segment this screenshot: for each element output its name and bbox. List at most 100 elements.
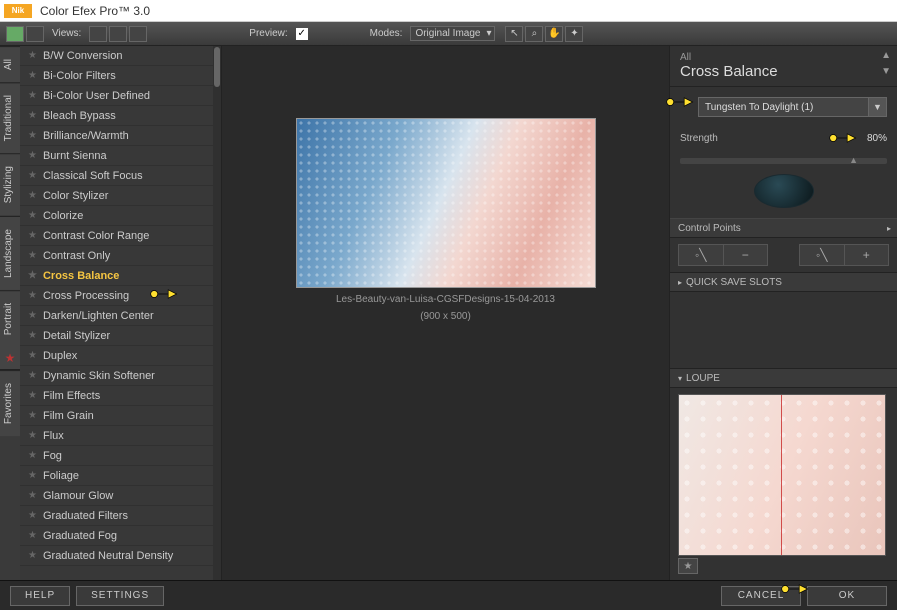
filter-item[interactable]: ★B/W Conversion: [20, 46, 213, 66]
filter-item[interactable]: ★Contrast Only: [20, 246, 213, 266]
star-icon[interactable]: ★: [28, 350, 37, 361]
filter-item[interactable]: ★Burnt Sienna: [20, 146, 213, 166]
filter-item[interactable]: ★Bi-Color User Defined: [20, 86, 213, 106]
filter-item[interactable]: ★Color Stylizer: [20, 186, 213, 206]
cp-add-group: ◦╲ −: [678, 244, 768, 266]
loupe-star-button[interactable]: ★: [678, 558, 698, 574]
tab-landscape[interactable]: Landscape: [0, 216, 20, 290]
cp-remove-icon[interactable]: −: [724, 245, 768, 265]
strength-slider[interactable]: ▲: [680, 158, 887, 164]
star-icon[interactable]: ★: [28, 230, 37, 241]
star-icon[interactable]: ★: [28, 450, 37, 461]
filter-item[interactable]: ★Classical Soft Focus: [20, 166, 213, 186]
arrow-tool-icon[interactable]: ↖: [505, 26, 523, 42]
star-icon[interactable]: ★: [28, 290, 37, 301]
filter-item[interactable]: ★Darken/Lighten Center: [20, 306, 213, 326]
star-icon[interactable]: ★: [28, 50, 37, 61]
star-icon[interactable]: ★: [28, 470, 37, 481]
tab-stylizing[interactable]: Stylizing: [0, 153, 20, 215]
layout-single-icon[interactable]: [89, 26, 107, 42]
quick-save-label: QUICK SAVE SLOTS: [686, 277, 782, 288]
star-icon[interactable]: ★: [28, 150, 37, 161]
star-icon[interactable]: ★: [28, 410, 37, 421]
preset-dropdown-arrow-icon[interactable]: ▼: [869, 97, 887, 117]
filter-item-label: Colorize: [43, 210, 83, 222]
loupe-header[interactable]: ▾ LOUPE: [670, 368, 897, 388]
star-icon[interactable]: ★: [28, 370, 37, 381]
filter-item[interactable]: ★Film Grain: [20, 406, 213, 426]
next-filter-icon[interactable]: ▼: [881, 66, 891, 77]
titlebar: Nik Color Efex Pro™ 3.0: [0, 0, 897, 22]
star-icon[interactable]: ★: [28, 270, 37, 281]
filter-item[interactable]: ★ Contrast Color Range: [20, 226, 213, 246]
star-icon[interactable]: ★: [28, 550, 37, 561]
star-icon[interactable]: ★: [28, 130, 37, 141]
star-icon[interactable]: ★: [28, 190, 37, 201]
settings-button[interactable]: SETTINGS: [76, 586, 164, 606]
quick-save-header[interactable]: ▸ QUICK SAVE SLOTS: [670, 272, 897, 292]
star-icon[interactable]: ★: [28, 250, 37, 261]
light-tool-icon[interactable]: ✦: [565, 26, 583, 42]
star-icon[interactable]: ★: [28, 390, 37, 401]
star-icon[interactable]: ★: [28, 510, 37, 521]
star-icon[interactable]: ★: [28, 210, 37, 221]
filter-item[interactable]: ★Duplex: [20, 346, 213, 366]
preset-dropdown[interactable]: Tungsten To Daylight (1): [698, 97, 869, 117]
filter-item[interactable]: ★Detail Stylizer: [20, 326, 213, 346]
filter-item[interactable]: ★Graduated Neutral Density: [20, 546, 213, 566]
tab-favorites[interactable]: Favorites: [0, 370, 20, 436]
tab-traditional[interactable]: Traditional: [0, 82, 20, 153]
filter-item[interactable]: ★ Bleach Bypass: [20, 106, 213, 126]
cp-expand-icon[interactable]: ▸: [887, 224, 891, 233]
filter-item-label: Brilliance/Warmth: [43, 130, 129, 142]
filter-item[interactable]: ★ Brilliance/Warmth: [20, 126, 213, 146]
star-icon[interactable]: ★: [28, 90, 37, 101]
layout-split-h-icon[interactable]: [109, 26, 127, 42]
tab-favorites-star-icon[interactable]: ★: [0, 347, 20, 370]
filter-item[interactable]: ★Flux: [20, 426, 213, 446]
layout-split-v-icon[interactable]: [129, 26, 147, 42]
star-icon[interactable]: ★: [28, 70, 37, 81]
control-points-label: Control Points: [678, 223, 741, 234]
cancel-button[interactable]: CANCEL: [721, 586, 801, 606]
filter-item[interactable]: ★Bi-Color Filters: [20, 66, 213, 86]
ok-button[interactable]: OK: [807, 586, 887, 606]
filter-item[interactable]: ★Dynamic Skin Softener: [20, 366, 213, 386]
view-mode-color-icon[interactable]: [6, 26, 24, 42]
hand-tool-icon[interactable]: ✋: [545, 26, 563, 42]
tab-all[interactable]: All: [0, 46, 20, 82]
pointer-hand-icon: [829, 131, 857, 145]
star-icon[interactable]: ★: [28, 430, 37, 441]
filter-item[interactable]: ★Fog: [20, 446, 213, 466]
preview-checkbox[interactable]: ✓: [296, 28, 308, 40]
filter-item[interactable]: ★Glamour Glow: [20, 486, 213, 506]
loupe-preview[interactable]: [678, 394, 886, 556]
filter-item[interactable]: ★ Colorize: [20, 206, 213, 226]
tab-portrait[interactable]: Portrait: [0, 290, 20, 347]
star-icon[interactable]: ★: [28, 170, 37, 181]
filter-item[interactable]: ★Graduated Fog: [20, 526, 213, 546]
filter-item-label: Contrast Color Range: [43, 230, 149, 242]
cp-add-point2-icon[interactable]: ◦╲: [800, 245, 845, 265]
star-icon[interactable]: ★: [28, 310, 37, 321]
filter-item[interactable]: ★Foliage: [20, 466, 213, 486]
view-mode-gray-icon[interactable]: [26, 26, 44, 42]
star-icon[interactable]: ★: [28, 490, 37, 501]
help-button[interactable]: HELP: [10, 586, 70, 606]
filter-item-label: Bleach Bypass: [43, 110, 116, 122]
preview-image[interactable]: [296, 118, 596, 288]
filter-scrollbar[interactable]: [213, 46, 221, 580]
star-icon[interactable]: ★: [28, 330, 37, 341]
filter-item[interactable]: ★Graduated Filters: [20, 506, 213, 526]
filter-item[interactable]: ★Film Effects: [20, 386, 213, 406]
star-icon[interactable]: ★: [28, 110, 37, 121]
cp-plus-icon[interactable]: +: [845, 245, 889, 265]
star-icon[interactable]: ★: [28, 530, 37, 541]
prev-filter-icon[interactable]: ▲: [881, 50, 891, 61]
filter-item[interactable]: ★Cross Balance: [20, 266, 213, 286]
modes-label: Modes:: [370, 28, 403, 39]
filter-item[interactable]: ★Cross Processing: [20, 286, 213, 306]
zoom-tool-icon[interactable]: ⌕: [525, 26, 543, 42]
modes-select[interactable]: Original Image: [410, 26, 495, 41]
cp-add-point-icon[interactable]: ◦╲: [679, 245, 724, 265]
